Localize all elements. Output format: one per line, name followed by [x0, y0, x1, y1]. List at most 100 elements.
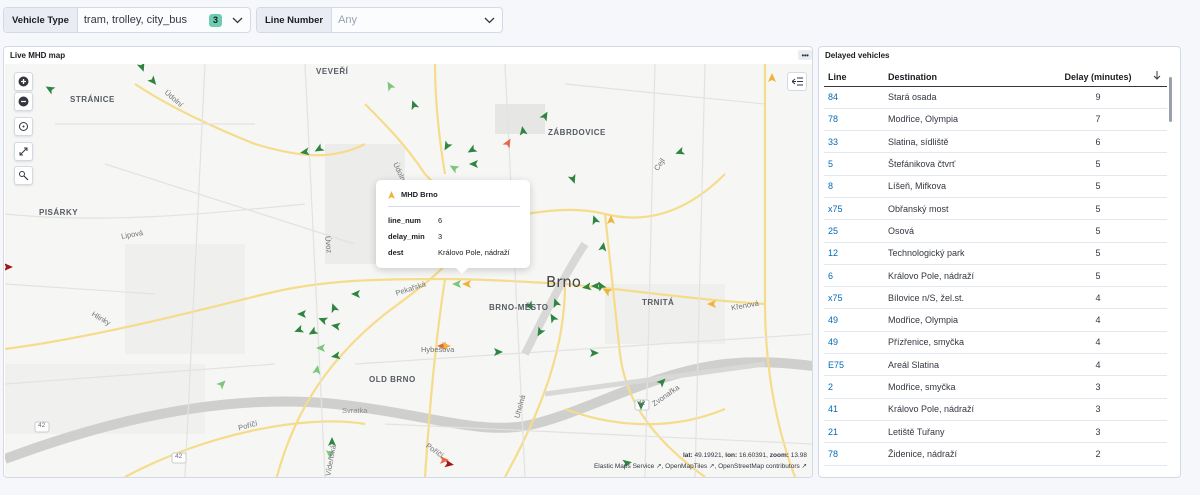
vehicle-marker[interactable]: [409, 99, 420, 111]
vehicle-marker[interactable]: [307, 326, 319, 338]
destination-cell: Areál Slatina: [884, 353, 1049, 377]
vehicle-marker[interactable]: [452, 280, 461, 288]
vehicle-marker[interactable]: [329, 302, 340, 314]
line-link[interactable]: 12: [824, 242, 884, 265]
line-link[interactable]: 49: [824, 308, 884, 332]
table-row: E75 Areál Slatina 4: [824, 353, 1167, 377]
delay-cell: 7: [1049, 108, 1147, 132]
vehicle-marker[interactable]: [441, 140, 453, 153]
delay-cell: 4: [1049, 353, 1147, 377]
layers-icon[interactable]: [14, 166, 33, 185]
vehicle-marker[interactable]: [567, 173, 579, 185]
empty-cell: [1147, 130, 1167, 154]
vehicle-marker[interactable]: [590, 214, 601, 226]
vehicle-marker[interactable]: [674, 146, 686, 158]
vehicle-marker[interactable]: [317, 315, 329, 326]
line-link[interactable]: E75: [824, 353, 884, 377]
vehicle-marker[interactable]: [44, 83, 56, 95]
map-attribution: lat: 49.19921, lon: 16.60391, zoom: 13.9…: [593, 452, 807, 470]
line-link[interactable]: 41: [824, 398, 884, 421]
vehicle-marker[interactable]: [448, 162, 460, 174]
zoom-in-icon[interactable]: [14, 72, 33, 91]
empty-cell: [1147, 264, 1167, 288]
chevron-down-icon[interactable]: [480, 17, 498, 24]
empty-cell: [1147, 375, 1167, 399]
table-row: 49 Modřice, Olympia 4: [824, 308, 1167, 332]
attribution-link[interactable]: OpenStreetMap contributors: [718, 463, 800, 470]
vehicle-marker[interactable]: [591, 282, 600, 290]
line-number-label: Line Number: [257, 8, 333, 32]
reset-view-icon[interactable]: [14, 117, 33, 136]
tooltip-value: 3: [438, 232, 443, 241]
column-header-delay[interactable]: Delay (minutes): [1049, 68, 1147, 87]
vehicle-marker[interactable]: [469, 160, 478, 168]
tooltip-key: delay_min: [388, 232, 425, 241]
district-label: VEVEŘÍ: [316, 67, 349, 76]
panel-options-icon[interactable]: •••: [798, 50, 812, 60]
line-link[interactable]: 25: [824, 219, 884, 243]
chevron-down-icon[interactable]: [228, 17, 246, 24]
vehicle-marker[interactable]: [297, 310, 306, 318]
attribution-link[interactable]: Elastic Maps Service: [594, 463, 654, 470]
vehicle-marker[interactable]: [313, 143, 325, 155]
vehicle-marker[interactable]: [147, 75, 159, 87]
vehicle-type-value[interactable]: tram, trolley, city_bus: [78, 14, 209, 26]
line-link[interactable]: 84: [824, 86, 884, 109]
line-link[interactable]: 78: [824, 108, 884, 132]
vehicle-marker[interactable]: [293, 324, 305, 336]
road-number: 42: [175, 453, 183, 460]
delay-cell: 4: [1049, 308, 1147, 332]
destination-cell: Židenice, nádraží: [884, 442, 1049, 466]
vehicle-type-filter[interactable]: Vehicle Type tram, trolley, city_bus 3: [3, 7, 251, 33]
line-link[interactable]: 78: [824, 442, 884, 466]
tooltip-divider: [388, 206, 520, 207]
line-number-filter[interactable]: Line Number Any: [256, 7, 503, 33]
map-canvas[interactable]: 42 42 42 VEVEŘÍ STRÁNICE ZÁBRDOVICE PISÁ…: [5, 64, 812, 477]
vehicle-marker[interactable]: [384, 80, 396, 92]
sort-descending-icon[interactable]: [1147, 68, 1167, 87]
vehicle-marker[interactable]: [462, 280, 471, 288]
scrollbar[interactable]: [1169, 77, 1172, 122]
vehicle-type-count-badge: 3: [208, 13, 222, 27]
table-row: 6 Královo Pole, nádraží 5: [824, 264, 1167, 288]
table-row: 78 Modřice, Olympia 7: [824, 108, 1167, 132]
line-link[interactable]: 33: [824, 130, 884, 154]
external-link-icon: ↗: [709, 463, 715, 470]
map-panel: Live MHD map ••• 42 42 42 VEVEŘÍ STRÁNIC…: [3, 46, 813, 478]
empty-cell: [1147, 331, 1167, 355]
line-link[interactable]: x75: [824, 286, 884, 310]
attribution-link[interactable]: OpenMapTiles: [665, 463, 707, 470]
vehicle-marker[interactable]: [136, 64, 148, 73]
fit-bounds-icon[interactable]: [14, 142, 33, 161]
line-link[interactable]: 49: [824, 331, 884, 355]
destination-cell: Letiště Tuřany: [884, 420, 1049, 444]
line-link[interactable]: 2: [824, 375, 884, 399]
vehicle-marker[interactable]: [466, 144, 478, 156]
delay-cell: 5: [1049, 264, 1147, 288]
zoom-out-icon[interactable]: [14, 92, 33, 111]
vehicle-marker[interactable]: [316, 344, 325, 352]
vehicle-marker-icon: [388, 190, 395, 199]
line-link[interactable]: x75: [824, 197, 884, 221]
delay-cell: 4: [1049, 286, 1147, 310]
legend-toggle-icon[interactable]: [787, 72, 807, 91]
line-number-input[interactable]: Any: [332, 14, 480, 26]
line-link[interactable]: 5: [824, 152, 884, 176]
column-header-destination[interactable]: Destination: [884, 68, 1049, 87]
vehicle-marker[interactable]: [768, 73, 776, 82]
line-link[interactable]: 21: [824, 420, 884, 444]
column-header-line[interactable]: Line: [824, 68, 884, 87]
delayed-vehicles-panel: Delayed vehicles Line Destination Delay …: [818, 46, 1181, 478]
vehicle-marker[interactable]: [5, 263, 13, 271]
destination-cell: Královo Pole, nádraží: [884, 398, 1049, 421]
vehicle-marker[interactable]: [598, 241, 607, 252]
vehicle-marker[interactable]: [216, 378, 228, 390]
empty-cell: [1147, 175, 1167, 198]
district-label: PISÁRKY: [39, 208, 79, 217]
vehicle-marker[interactable]: [351, 290, 360, 298]
destination-cell: Technologický park: [884, 242, 1049, 265]
vehicle-marker[interactable]: [590, 349, 599, 357]
line-link[interactable]: 6: [824, 264, 884, 288]
vehicle-marker[interactable]: [330, 321, 341, 331]
line-link[interactable]: 8: [824, 175, 884, 198]
